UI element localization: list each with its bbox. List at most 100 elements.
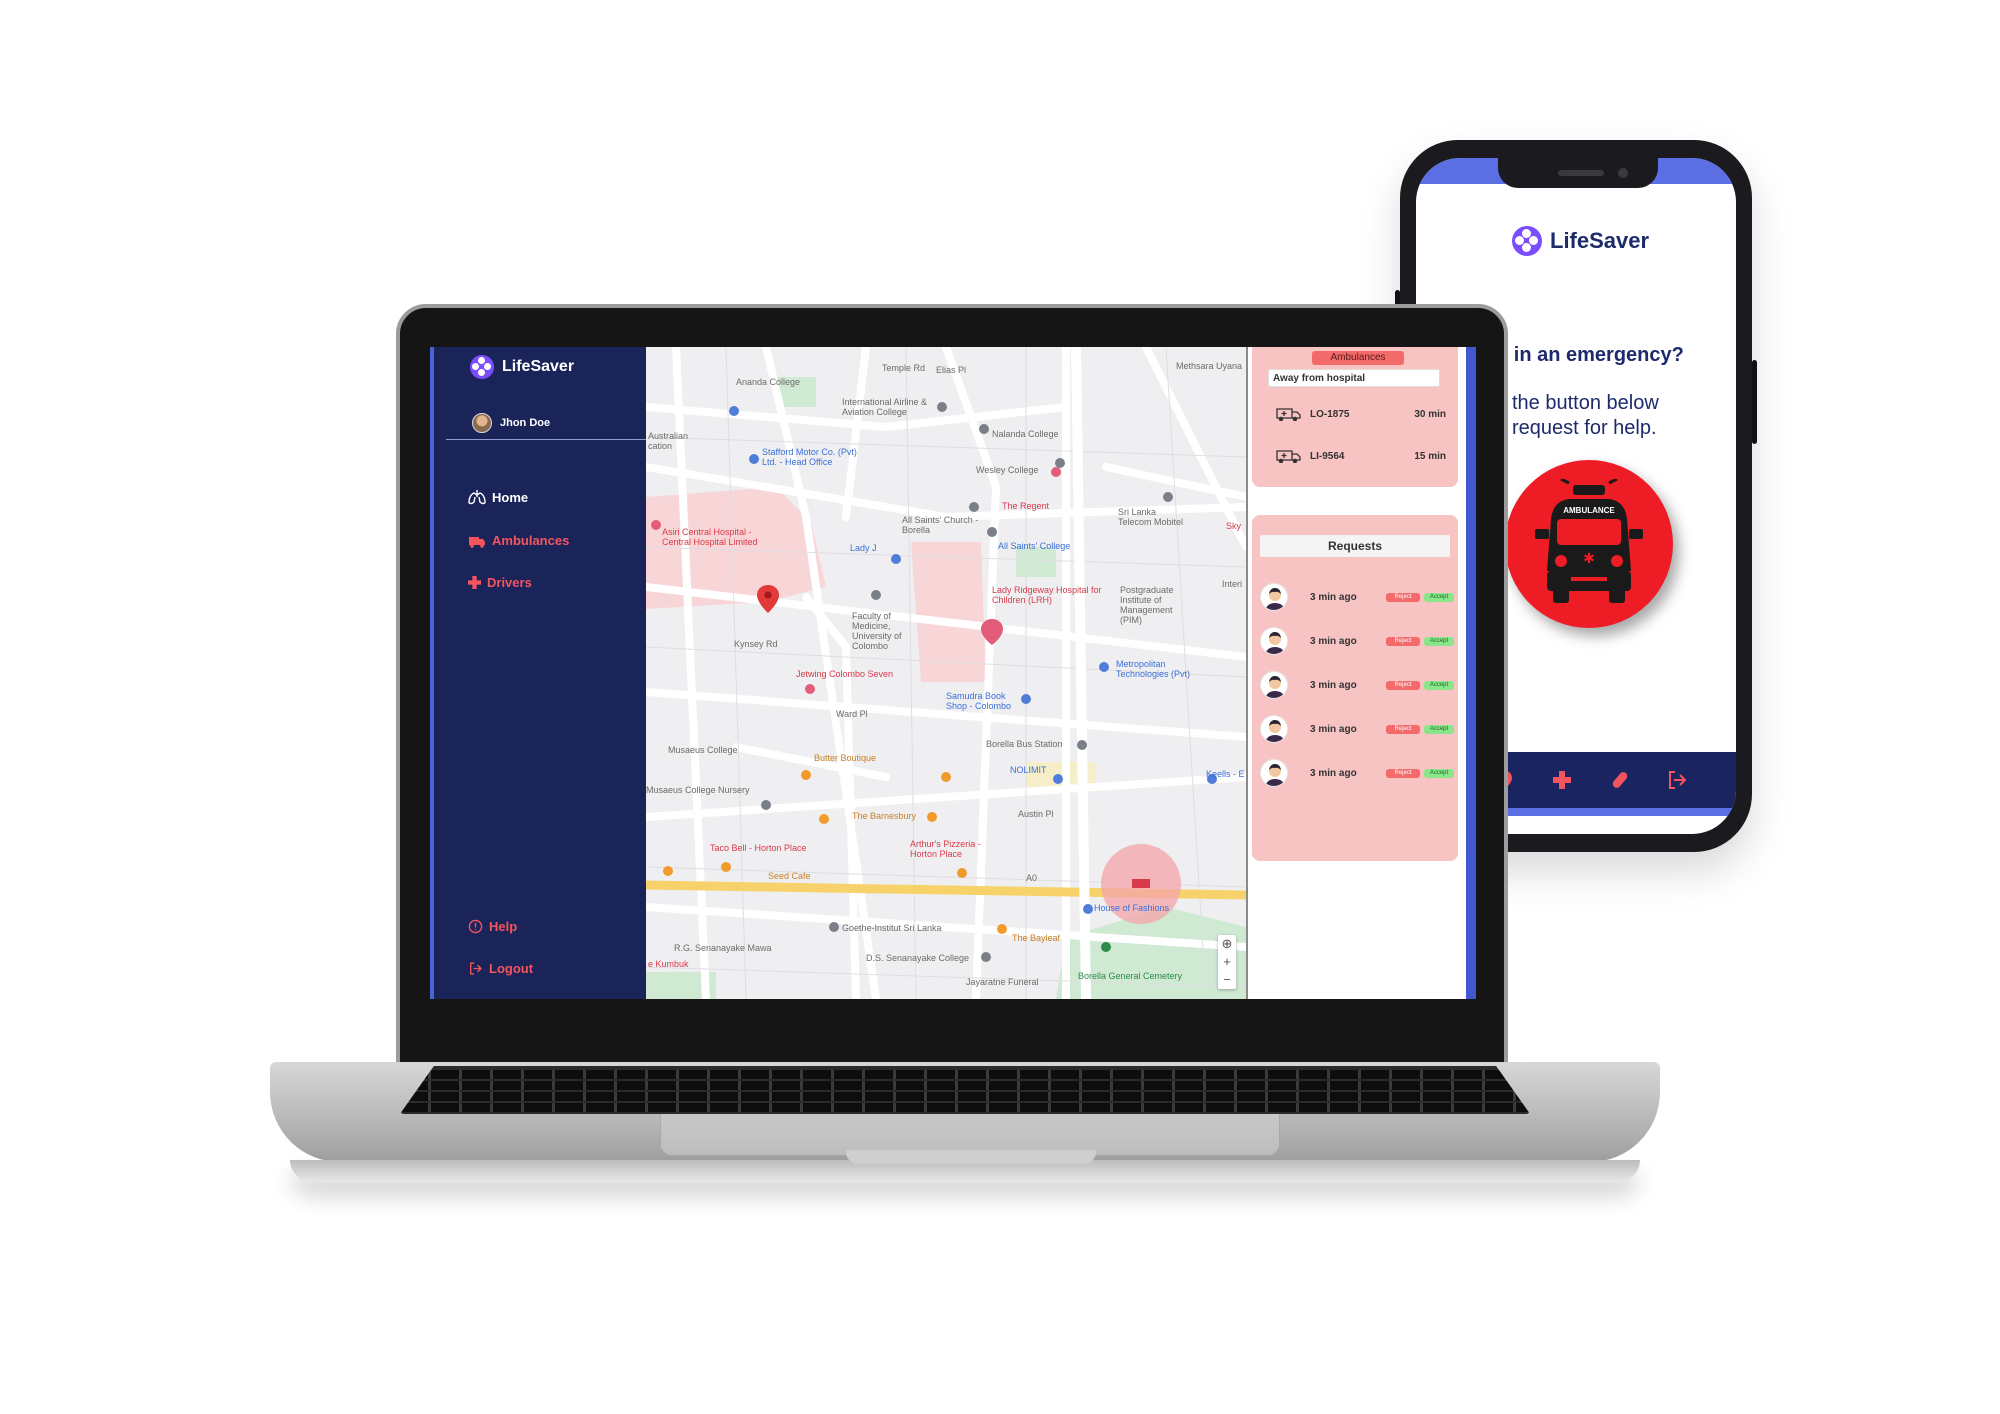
laptop-screen: LifeSaver Jhon Doe Home Ambulances Drive… bbox=[430, 347, 1476, 999]
map-label: Faculty of Medicine, University of Colom… bbox=[852, 611, 902, 651]
request-time: 3 min ago bbox=[1310, 679, 1357, 691]
map-label: Arthur's Pizzeria - Horton Place bbox=[910, 839, 981, 859]
ambulance-row[interactable]: LO-1875 30 min bbox=[1276, 407, 1446, 421]
request-time: 3 min ago bbox=[1310, 635, 1357, 647]
request-time: 3 min ago bbox=[1310, 723, 1357, 735]
user-profile[interactable]: Jhon Doe bbox=[472, 413, 550, 433]
sidebar-item-label: Home bbox=[492, 489, 529, 505]
map-label: Samudra Book Shop - Colombo bbox=[946, 691, 1012, 711]
logout-label: Logout bbox=[489, 961, 534, 976]
help-icon bbox=[468, 919, 483, 934]
ambulances-card: Ambulances Away from hospital LO-1875 30… bbox=[1252, 347, 1458, 487]
ambulance-status-dropdown[interactable]: Away from hospital bbox=[1268, 369, 1440, 387]
patient-avatar bbox=[1260, 715, 1288, 743]
accept-button[interactable]: Accept bbox=[1424, 592, 1454, 602]
map-label: House of Fashions bbox=[1094, 903, 1170, 913]
request-row: 3 min ago Reject Accept bbox=[1260, 621, 1456, 661]
map-label: Borella General Cemetery bbox=[1078, 971, 1183, 981]
ambulance-id: LI-9564 bbox=[1310, 450, 1345, 462]
reject-button[interactable]: Reject bbox=[1386, 636, 1420, 646]
map-label: Ward Pl bbox=[836, 709, 868, 719]
map-label: Ananda College bbox=[736, 377, 801, 387]
svg-text:✱: ✱ bbox=[1583, 550, 1595, 566]
map-label: Sky bbox=[1226, 521, 1242, 531]
map-label: D.S. Senanayake College bbox=[866, 953, 970, 963]
sidebar-item-drivers[interactable]: Drivers bbox=[468, 575, 532, 590]
map-label: A0 bbox=[1026, 873, 1038, 883]
sidebar: LifeSaver Jhon Doe Home Ambulances Drive… bbox=[430, 347, 646, 999]
reject-button[interactable]: Reject bbox=[1386, 680, 1420, 690]
ambulance-row[interactable]: LI-9564 15 min bbox=[1276, 449, 1446, 463]
ambulance-icon bbox=[1276, 408, 1301, 421]
map-label: Goethe-Institut Sri Lanka bbox=[842, 923, 942, 933]
ambulance-icon bbox=[469, 536, 485, 548]
cross-icon[interactable] bbox=[1549, 767, 1575, 793]
logout-icon bbox=[470, 962, 482, 975]
cross-icon bbox=[468, 576, 481, 589]
map-label: e Kumbuk bbox=[648, 959, 689, 969]
ambulance-icon bbox=[1276, 450, 1301, 463]
request-time: 3 min ago bbox=[1310, 767, 1357, 779]
mockup-stage: LifeSaver u in an emergency? the button … bbox=[0, 0, 2000, 1414]
pill-icon[interactable] bbox=[1607, 767, 1633, 793]
help-instructions: the button below request for help. bbox=[1512, 391, 1659, 441]
phone-camera bbox=[1618, 168, 1628, 178]
emergency-question: u in an emergency? bbox=[1496, 344, 1684, 366]
map-label: NOLIMIT bbox=[1010, 765, 1047, 775]
sos-ambulance-button[interactable]: AMBULANCE ✱ bbox=[1505, 460, 1673, 628]
sidebar-help-link[interactable]: Help bbox=[468, 919, 517, 934]
accept-button[interactable]: Accept bbox=[1424, 768, 1454, 778]
patient-avatar bbox=[1260, 671, 1288, 699]
map-label: Nalanda College bbox=[992, 429, 1059, 439]
patient-avatar bbox=[1260, 583, 1288, 611]
request-time: 3 min ago bbox=[1310, 591, 1357, 603]
accept-button[interactable]: Accept bbox=[1424, 724, 1454, 734]
sidebar-item-label: Drivers bbox=[487, 575, 532, 590]
lifesaver-logo-icon bbox=[470, 355, 494, 379]
map-label: Temple Rd bbox=[882, 363, 926, 373]
reject-button[interactable]: Reject bbox=[1386, 768, 1420, 778]
map-label: International Airline & Aviation College bbox=[842, 397, 928, 417]
ambulance-id: LO-1875 bbox=[1310, 408, 1350, 420]
lifesaver-logo-icon bbox=[1512, 226, 1542, 256]
map-locate-button[interactable]: ⊕ bbox=[1218, 935, 1236, 953]
map-label: Stafford Motor Co. (Pvt) Ltd. - Head Off… bbox=[762, 447, 857, 467]
phone-notch bbox=[1498, 158, 1658, 188]
reject-button[interactable]: Reject bbox=[1386, 724, 1420, 734]
zoom-out-button[interactable]: − bbox=[1218, 971, 1236, 989]
zoom-in-button[interactable]: + bbox=[1218, 953, 1236, 971]
sidebar-item-label: Ambulances bbox=[492, 533, 570, 548]
sidebar-logo[interactable]: LifeSaver bbox=[470, 355, 574, 379]
map-label: Jetwing Colombo Seven bbox=[796, 669, 894, 679]
accept-button[interactable]: Accept bbox=[1424, 680, 1454, 690]
map-label: The Barnesbury bbox=[852, 811, 917, 821]
phone-logo: LifeSaver bbox=[1512, 226, 1649, 256]
map-label: Musaeus College bbox=[668, 745, 738, 755]
map-label: Seed Cafe bbox=[768, 871, 811, 881]
sidebar-logout-link[interactable]: Logout bbox=[468, 961, 533, 976]
map-label: Butter Boutique bbox=[814, 753, 877, 763]
phone-brand-name: LifeSaver bbox=[1550, 228, 1650, 253]
reject-button[interactable]: Reject bbox=[1386, 592, 1420, 602]
logout-icon[interactable] bbox=[1664, 767, 1690, 793]
map-label: Jayaratne Funeral bbox=[966, 977, 1039, 987]
ambulance-front-icon: AMBULANCE ✱ bbox=[1535, 479, 1643, 603]
laptop-bezel-bottom bbox=[400, 1020, 1504, 1064]
accept-button[interactable]: Accept bbox=[1424, 636, 1454, 646]
request-row: 3 min ago Reject Accept bbox=[1260, 577, 1456, 617]
map-label: Borella Bus Station bbox=[986, 739, 1063, 749]
map-label: Sri Lanka Telecom Mobitel bbox=[1118, 507, 1184, 527]
sidebar-item-ambulances[interactable]: Ambulances bbox=[468, 533, 569, 548]
right-panel: Ambulances Away from hospital LO-1875 30… bbox=[1246, 347, 1476, 999]
map-label: Lady Ridgeway Hospital for Children (LRH… bbox=[992, 585, 1102, 605]
map-label: Interi bbox=[1222, 579, 1243, 589]
lungs-icon bbox=[468, 490, 486, 505]
instruction-line-2: request for help. bbox=[1512, 417, 1657, 439]
sidebar-divider bbox=[446, 439, 646, 440]
sos-label: AMBULANCE bbox=[1563, 506, 1615, 515]
map-label: Keells - E bbox=[1206, 769, 1245, 779]
ambulances-title: Ambulances bbox=[1312, 351, 1404, 365]
city-map[interactable]: Ananda College Temple Rd Elias Pl Methsa… bbox=[646, 347, 1246, 999]
map-label: The Regent bbox=[1002, 501, 1050, 511]
sidebar-item-home[interactable]: Home bbox=[468, 489, 528, 505]
